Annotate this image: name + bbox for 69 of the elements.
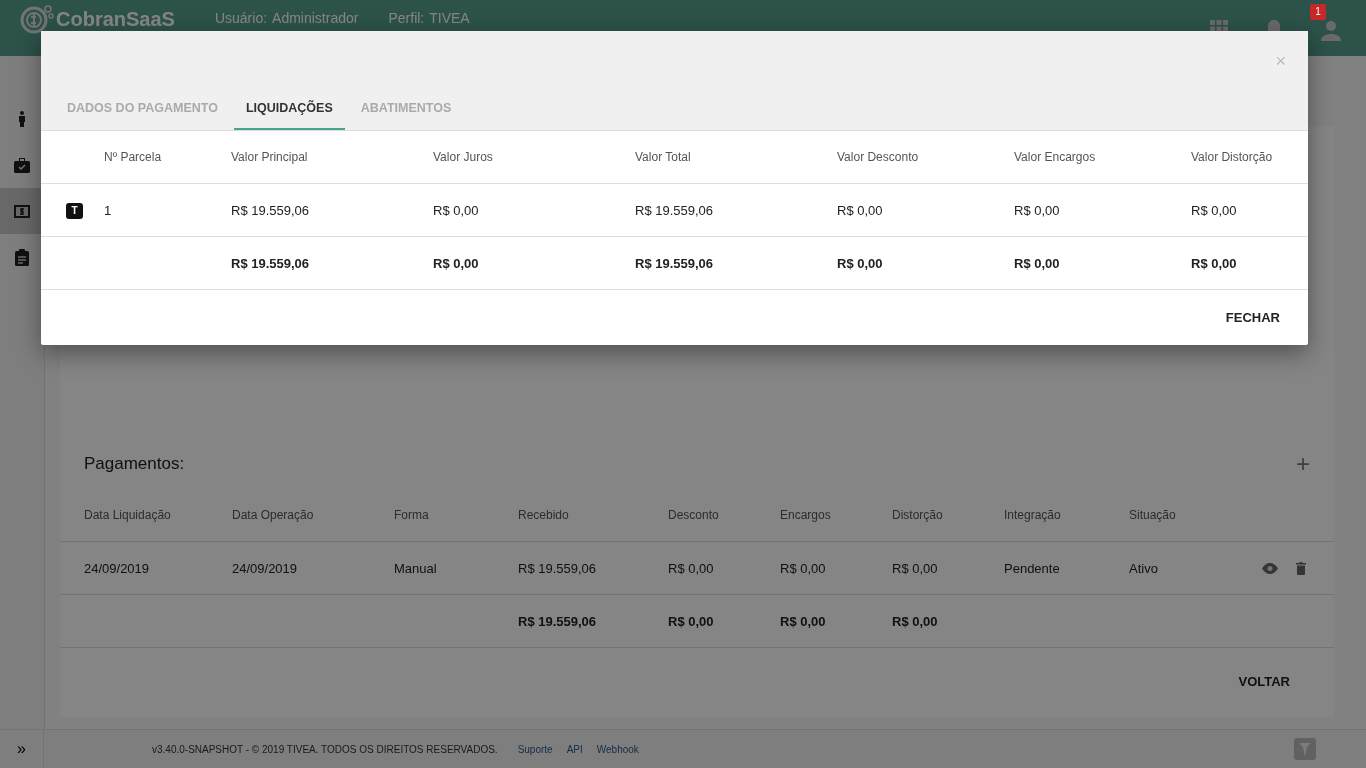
column-header: Valor Encargos [1014, 150, 1097, 164]
column-header: Situação [1129, 508, 1177, 522]
total-cell-text: R$ 0,00 [837, 255, 884, 271]
table-cell-text: Manual [394, 560, 438, 576]
table-cell-text: R$ 0,00 [1014, 202, 1061, 218]
column-header: Valor Principal [231, 150, 309, 164]
tab[interactable]: LIQUIDAÇÕES [233, 89, 345, 130]
table-cell-text: R$ 0,00 [433, 202, 480, 218]
column-header: Recebido [518, 508, 570, 522]
total-cell-text: R$ 0,00 [1191, 255, 1238, 271]
total-cell-text: R$ 0,00 [668, 613, 715, 629]
type-badge: T [66, 202, 83, 219]
table-cell-text: 1 [104, 202, 113, 218]
user-name: Administrador [272, 10, 359, 26]
column-header: Valor Juros [433, 150, 494, 164]
table-cell-text: R$ 0,00 [780, 560, 827, 576]
brand-logo-icon [1294, 738, 1316, 760]
cash-icon [14, 204, 30, 218]
table-cell-text: R$ 19.559,06 [635, 202, 715, 218]
back-button[interactable]: VOLTAR [1230, 668, 1298, 695]
column-header: Distorção [892, 508, 944, 522]
footer-link[interactable]: Suporte [517, 743, 553, 755]
copyright-text: v3.40.0-SNAPSHOT - © 2019 TIVEA. TODOS OS DIREITOS RESERVADOS. [152, 743, 498, 755]
user-label: Usuário: [214, 10, 268, 26]
table-cell-text: R$ 19.559,06 [231, 202, 311, 218]
table-cell-text: R$ 0,00 [1191, 202, 1238, 218]
table-cell-text: R$ 0,00 [668, 560, 715, 576]
section-title: Pagamentos: [84, 454, 185, 474]
column-header: Valor Total [635, 150, 692, 164]
table-cell-text: R$ 0,00 [892, 560, 939, 576]
total-cell-text: R$ 0,00 [1014, 255, 1061, 271]
person-icon [18, 111, 26, 127]
expand-sidebar-button[interactable]: » [0, 730, 44, 768]
tab[interactable]: ABATIMENTOS [348, 89, 464, 130]
column-header: Valor Desconto [837, 150, 920, 164]
profile-label: Perfil: [388, 10, 425, 26]
sidebar-item[interactable] [0, 188, 44, 234]
total-cell-text: R$ 19.559,06 [518, 613, 598, 629]
table-cell-text: 24/09/2019 [232, 560, 299, 576]
add-button[interactable]: + [1296, 450, 1310, 478]
clipboard-icon [15, 248, 29, 266]
total-cell-text: R$ 0,00 [892, 613, 939, 629]
table-cell-text: Pendente [1004, 560, 1061, 576]
delete-trash-icon[interactable] [1296, 561, 1306, 575]
column-header: Data Liquidação [84, 508, 172, 522]
column-header: Integração [1004, 508, 1062, 522]
profile-name: TIVEA [429, 10, 470, 26]
total-cell-text: R$ 19.559,06 [635, 255, 715, 271]
tab[interactable]: DADOS DO PAGAMENTO [55, 89, 230, 130]
close-dialog-button[interactable]: FECHAR [1217, 304, 1288, 331]
column-header: Valor Distorção [1191, 150, 1274, 164]
total-cell-text: R$ 0,00 [780, 613, 827, 629]
total-cell-text: R$ 19.559,06 [231, 255, 311, 271]
column-header: Data Operação [232, 508, 315, 522]
total-cell-text: R$ 0,00 [433, 255, 480, 271]
table-cell-text: 24/09/2019 [84, 560, 151, 576]
notification-badge: 1 [1310, 4, 1326, 20]
column-header: Forma [394, 508, 430, 522]
briefcase-check-icon [14, 157, 30, 173]
footer-link[interactable]: API [566, 743, 583, 755]
app-logo-text: CobranSaaS [56, 7, 175, 31]
footer-link[interactable]: Webhook [596, 743, 639, 755]
column-header: Desconto [668, 508, 720, 522]
table-cell-text: Ativo [1129, 560, 1159, 576]
column-header: Nº Parcela [104, 150, 163, 164]
table-cell-text: R$ 0,00 [837, 202, 884, 218]
table-cell-text: R$ 19.559,06 [518, 560, 598, 576]
column-header: Encargos [780, 508, 832, 522]
view-eye-icon[interactable] [1262, 562, 1278, 574]
